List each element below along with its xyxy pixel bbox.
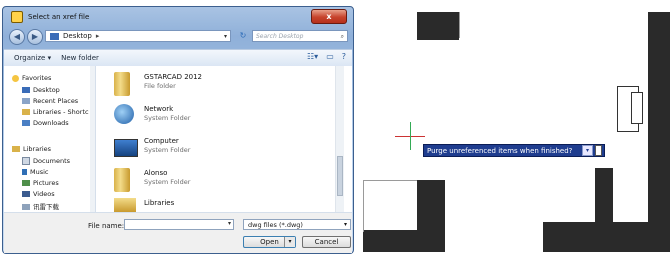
desktop-icon (22, 87, 30, 93)
sidebar-item-documents[interactable]: Documents (22, 157, 70, 165)
grid-line (363, 180, 364, 232)
folder-icon (22, 204, 30, 210)
wall-right-vertical (648, 12, 670, 252)
door-symbol-inner (631, 92, 643, 124)
dialog-title: Select an xref file (28, 13, 90, 21)
search-placeholder: Search Desktop (256, 33, 304, 40)
prompt-text: Purge unreferenced items when finished? (427, 146, 573, 155)
wall-top-left (417, 12, 459, 40)
address-segment-desktop[interactable]: Desktop (63, 32, 92, 40)
sidebar-item-videos[interactable]: Videos (22, 190, 55, 198)
file-type-select[interactable]: dwg files (*.dwg) ▾ (243, 219, 351, 230)
organize-button[interactable]: Organize ▾ (14, 54, 51, 62)
wall-bottom-right-v (595, 168, 613, 228)
sidebar-item-pictures[interactable]: Pictures (22, 179, 59, 187)
file-list: GSTARCAD 2012 File folder Network System… (100, 66, 344, 212)
libraries-icon (114, 198, 136, 212)
open-button[interactable]: Open ▾ (243, 236, 296, 248)
sidebar-item-desktop[interactable]: Desktop (22, 86, 60, 94)
file-name-label: File name: (88, 222, 125, 230)
sidebar-item-music[interactable]: Music (22, 168, 49, 176)
search-input[interactable]: Search Desktop ⌕ (252, 30, 348, 42)
wall-bottom-left-v (417, 180, 445, 252)
command-prompt-tooltip: Purge unreferenced items when finished? … (423, 144, 605, 157)
nav-scrollbar[interactable] (90, 66, 95, 212)
computer-monitor-icon (114, 139, 138, 157)
folder-icon (114, 72, 130, 96)
file-list-scrollbar[interactable] (335, 66, 344, 212)
downloads-icon (22, 120, 30, 126)
user-folder-icon (114, 168, 130, 192)
chevron-down-icon[interactable]: ▾ (228, 220, 231, 227)
sidebar-item-thunder-downloads[interactable]: 讯雷下载 (22, 201, 59, 211)
folder-icon (50, 32, 59, 40)
navigation-pane: Favorites Desktop Recent Places Librarie… (4, 66, 96, 212)
navigation-row: ◀ ▶ Desktop ▸ ▾ ↻ Search Desktop ⌕ (9, 29, 348, 45)
chevron-down-icon[interactable]: ▾ (344, 220, 347, 230)
videos-icon (22, 191, 30, 197)
sidebar-item-libraries-shortcut[interactable]: Libraries - Shortc (22, 108, 89, 116)
prompt-input[interactable] (595, 145, 602, 156)
open-options-chevron-icon[interactable]: ▾ (284, 237, 295, 247)
cad-canvas[interactable] (355, 0, 670, 257)
sidebar-item-recent-places[interactable]: Recent Places (22, 97, 78, 105)
forward-arrow-icon[interactable]: ▶ (27, 29, 43, 45)
scrollbar-thumb[interactable] (337, 156, 343, 196)
pictures-icon (22, 180, 30, 186)
sidebar-libraries-header[interactable]: Libraries (12, 145, 51, 153)
file-item-computer[interactable]: Computer System Folder (114, 134, 314, 164)
file-item-gstarcad-2012[interactable]: GSTARCAD 2012 File folder (114, 70, 314, 100)
sidebar-favorites-header[interactable]: Favorites (12, 74, 51, 82)
search-icon: ⌕ (340, 33, 344, 40)
libraries-icon (12, 146, 20, 152)
file-item-network[interactable]: Network System Folder (114, 102, 314, 132)
library-icon (22, 109, 30, 115)
file-type-value: dwg files (*.dwg) (248, 221, 303, 229)
address-bar[interactable]: Desktop ▸ ▾ (45, 30, 231, 42)
file-item-alonso[interactable]: Alonso System Folder (114, 166, 314, 196)
network-globe-icon (114, 104, 134, 124)
dynamic-input-icon[interactable]: ▾ (582, 145, 593, 156)
cancel-button[interactable]: Cancel (302, 236, 351, 248)
preview-pane-icon[interactable]: ▭ (326, 52, 334, 61)
title-bar[interactable]: Select an xref file x (3, 7, 353, 27)
dialog-body: Favorites Desktop Recent Places Librarie… (4, 66, 352, 212)
grid-line (363, 180, 417, 181)
file-name-input[interactable]: ▾ (124, 219, 234, 230)
star-icon (12, 74, 19, 82)
file-item-libraries[interactable]: Libraries (114, 196, 314, 212)
grid-line (459, 12, 460, 38)
select-xref-dialog: Select an xref file x ◀ ▶ Desktop ▸ ▾ ↻ … (2, 6, 354, 254)
sidebar-item-downloads[interactable]: Downloads (22, 119, 69, 127)
recent-places-icon (22, 98, 30, 104)
back-arrow-icon[interactable]: ◀ (9, 29, 25, 45)
refresh-icon[interactable]: ↻ (237, 30, 249, 42)
open-label: Open (260, 238, 279, 246)
help-icon[interactable]: ? (342, 52, 346, 61)
documents-icon (22, 157, 30, 165)
music-icon (22, 169, 27, 175)
chevron-right-icon[interactable]: ▸ (96, 32, 100, 40)
command-bar: Organize ▾ New folder ☷▾ ▭ ? (4, 49, 352, 67)
chevron-down-icon[interactable]: ▾ (224, 33, 227, 40)
app-icon (11, 11, 23, 23)
dialog-footer: File name: ▾ dwg files (*.dwg) ▾ Open ▾ … (4, 212, 352, 253)
new-folder-button[interactable]: New folder (61, 54, 99, 62)
close-button[interactable]: x (311, 9, 347, 24)
view-options-icon[interactable]: ☷▾ (307, 52, 318, 61)
cursor-crosshair-v (410, 122, 411, 150)
